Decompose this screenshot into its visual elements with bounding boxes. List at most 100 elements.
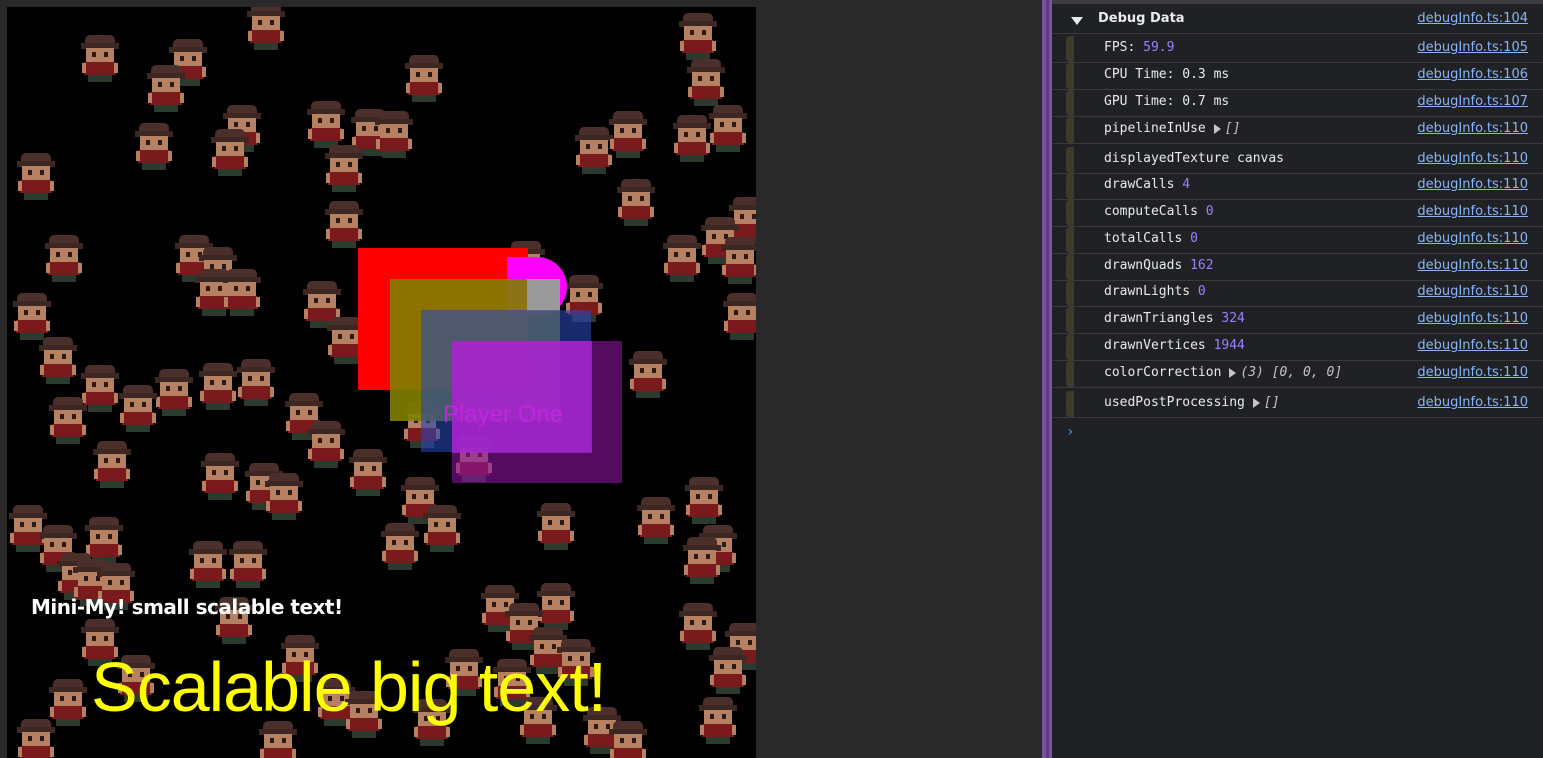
console-log-row[interactable]: CPU Time: 0.3 ms debugInfo.ts:106 — [1052, 63, 1543, 90]
console-log-row[interactable]: GPU Time: 0.7 ms debugInfo.ts:107 — [1052, 90, 1543, 117]
console-log-row[interactable]: pipelineInUse [] debugInfo.ts:110 — [1052, 117, 1543, 144]
character-sprite — [221, 269, 263, 317]
character-sprite — [79, 35, 121, 83]
group-indent-marker — [1066, 36, 1074, 62]
character-sprite — [323, 201, 365, 249]
devtools-console: Debug Data debugInfo.ts:104 FPS: 59.9 deb… — [1052, 0, 1543, 758]
console-prompt-icon[interactable]: › — [1066, 424, 1074, 440]
console-log-row[interactable]: drawnTriangles 324 debugInfo.ts:110 — [1052, 307, 1543, 334]
console-log-row[interactable]: drawnVertices 1944 debugInfo.ts:110 — [1052, 334, 1543, 361]
group-indent-marker — [1066, 361, 1074, 387]
character-sprite — [697, 697, 739, 745]
character-sprite — [635, 497, 677, 545]
panel-divider-line — [1046, 0, 1049, 758]
source-link[interactable]: debugInfo.ts:110 — [1417, 284, 1528, 299]
character-sprite — [607, 721, 649, 758]
group-indent-marker — [1066, 307, 1074, 333]
console-log-row[interactable]: FPS: 59.9 debugInfo.ts:105 — [1052, 36, 1543, 63]
character-sprite — [681, 537, 723, 585]
group-indent-marker — [1066, 173, 1074, 199]
character-sprite — [197, 363, 239, 411]
source-link[interactable]: debugInfo.ts:110 — [1417, 231, 1528, 246]
source-link[interactable]: debugInfo.ts:110 — [1417, 395, 1528, 410]
expand-triangle-icon[interactable] — [1213, 123, 1221, 134]
character-sprite — [535, 503, 577, 551]
character-sprite — [677, 13, 719, 61]
game-canvas[interactable]: Player One Mini-My! small scalable text!… — [7, 7, 756, 758]
gray-overlap-square — [527, 279, 560, 311]
source-link[interactable]: debugInfo.ts:110 — [1417, 204, 1528, 219]
character-sprite — [15, 153, 57, 201]
console-log-row[interactable]: displayedTexture canvas debugInfo.ts:110 — [1052, 147, 1543, 174]
console-message: totalCalls 0 — [1104, 231, 1198, 246]
character-sprite — [683, 477, 725, 525]
group-indent-marker — [1066, 63, 1074, 89]
mini-scalable-text: Mini-My! small scalable text! — [31, 595, 343, 619]
console-message: drawnTriangles 324 — [1104, 311, 1245, 326]
console-group-header[interactable]: Debug Data debugInfo.ts:104 — [1052, 7, 1543, 34]
big-scalable-text: Scalable big text! — [91, 648, 607, 726]
log-value: [] — [1224, 121, 1241, 136]
character-sprite — [245, 7, 287, 51]
log-key: drawCalls — [1104, 177, 1183, 192]
source-link[interactable]: debugInfo.ts:107 — [1417, 94, 1528, 109]
source-link[interactable]: debugInfo.ts:110 — [1417, 121, 1528, 136]
log-value: 4 — [1182, 177, 1191, 192]
character-sprite — [209, 129, 251, 177]
source-link[interactable]: debugInfo.ts:110 — [1417, 311, 1528, 326]
source-link[interactable]: debugInfo.ts:105 — [1417, 40, 1528, 55]
group-indent-marker — [1066, 391, 1074, 417]
purple-inner-square — [452, 341, 592, 453]
expand-triangle-icon[interactable] — [1071, 17, 1083, 25]
source-link[interactable]: debugInfo.ts:110 — [1417, 338, 1528, 353]
character-sprite — [235, 359, 277, 407]
log-value: 0 — [1190, 231, 1198, 246]
group-indent-marker — [1066, 280, 1074, 306]
source-link[interactable]: debugInfo.ts:110 — [1417, 258, 1528, 273]
log-value: 324 — [1221, 311, 1245, 326]
log-value: 59.9 — [1143, 40, 1175, 55]
source-link[interactable]: debugInfo.ts:110 — [1417, 365, 1528, 380]
expand-triangle-icon[interactable] — [1252, 397, 1260, 408]
source-link[interactable]: debugInfo.ts:110 — [1417, 151, 1528, 166]
log-key: totalCalls — [1104, 231, 1191, 246]
character-sprite — [403, 55, 445, 103]
console-log-row[interactable]: colorCorrection (3) [0, 0, 0] debugInfo.ts… — [1052, 361, 1543, 388]
console-log-row[interactable]: totalCalls 0 debugInfo.ts:110 — [1052, 227, 1543, 254]
console-message: usedPostProcessing [] — [1104, 395, 1280, 410]
log-key: drawnTriangles — [1104, 311, 1222, 326]
console-log-row[interactable]: usedPostProcessing [] debugInfo.ts:110 — [1052, 391, 1543, 418]
log-value: (3) [0, 0, 0] — [1240, 365, 1343, 380]
log-key: GPU Time: 0.7 ms — [1104, 94, 1230, 109]
source-link[interactable]: debugInfo.ts:106 — [1417, 67, 1528, 82]
console-log-row[interactable]: drawCalls 4 debugInfo.ts:110 — [1052, 173, 1543, 200]
character-sprite — [153, 369, 195, 417]
character-sprite — [305, 101, 347, 149]
console-message: FPS: 59.9 — [1104, 40, 1174, 55]
app-window: Player One Mini-My! small scalable text!… — [0, 0, 1543, 758]
log-value: 162 — [1190, 258, 1214, 273]
character-sprite — [721, 293, 756, 341]
group-indent-marker — [1066, 200, 1074, 226]
log-key: CPU Time: 0.3 ms — [1104, 67, 1230, 82]
log-key: pipelineInUse — [1104, 121, 1206, 136]
console-message: GPU Time: 0.7 ms — [1104, 94, 1229, 109]
console-message: colorCorrection (3) [0, 0, 0] — [1104, 365, 1342, 380]
character-sprite — [199, 453, 241, 501]
character-sprite — [91, 441, 133, 489]
console-log-row[interactable]: drawnLights 0 debugInfo.ts:110 — [1052, 280, 1543, 307]
console-log-row[interactable]: drawnQuads 162 debugInfo.ts:110 — [1052, 254, 1543, 281]
console-log-row[interactable]: computeCalls 0 debugInfo.ts:110 — [1052, 200, 1543, 227]
log-key: drawnLights — [1104, 284, 1198, 299]
console-message: drawnLights 0 — [1104, 284, 1206, 299]
source-link[interactable]: debugInfo.ts:110 — [1417, 177, 1528, 192]
console-message: pipelineInUse [] — [1104, 121, 1240, 136]
source-link[interactable]: debugInfo.ts:104 — [1417, 11, 1528, 26]
console-message: displayedTexture canvas — [1104, 151, 1284, 166]
expand-triangle-icon[interactable] — [1229, 367, 1237, 378]
character-sprite — [661, 235, 703, 283]
character-sprite — [677, 603, 719, 651]
character-sprite — [627, 351, 669, 399]
character-sprite — [305, 421, 347, 469]
console-message: computeCalls 0 — [1104, 204, 1214, 219]
